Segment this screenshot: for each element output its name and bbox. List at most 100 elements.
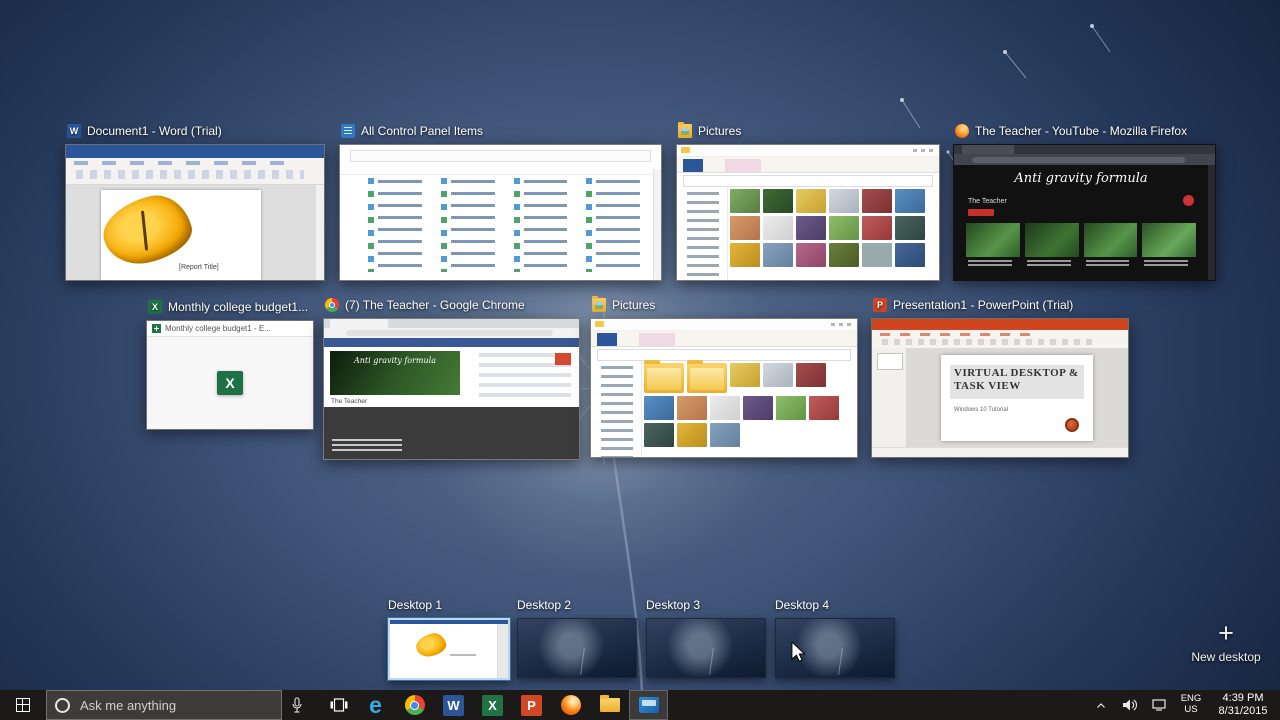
chrome-icon [325, 298, 339, 312]
microphone-icon [291, 697, 303, 714]
mini-excel-titlebar: Monthly college budget1 - E... [147, 321, 313, 337]
mini-ppt-titlebar [872, 319, 1128, 330]
active-app-icon [639, 697, 659, 713]
window-thumbnail-powerpoint[interactable]: VIRTUAL DESKTOP & TASK VIEW Windows 10 T… [871, 318, 1129, 458]
window-title: The Teacher - YouTube - Mozilla Firefox [975, 124, 1187, 138]
clock[interactable]: 4:39 PM 8/31/2015 [1212, 692, 1274, 718]
mini-nav-pane [677, 187, 728, 280]
desktop-1-label[interactable]: Desktop 1 [388, 598, 506, 612]
butterfly-image [414, 631, 448, 660]
video-title-text: Anti gravity formula [954, 171, 1208, 186]
search-input[interactable] [78, 697, 252, 714]
channel-name: The Teacher [968, 198, 1007, 205]
taskbar-app-word[interactable]: W [434, 690, 473, 720]
network-icon [1152, 699, 1166, 711]
window-title-bar[interactable]: Pictures [678, 123, 741, 139]
search-box[interactable] [46, 690, 282, 720]
excel-icon: X [148, 300, 162, 314]
desktop-2-preview [518, 619, 636, 677]
task-view-button[interactable] [322, 690, 356, 720]
window-thumbnail-pictures[interactable] [590, 318, 858, 458]
desktop-3-thumbnail[interactable] [646, 618, 766, 678]
desktop-4-thumbnail[interactable] [775, 618, 895, 678]
browser-tab [962, 145, 1014, 154]
control-panel-icon [341, 124, 355, 138]
channel-avatar [1183, 195, 1194, 206]
window-title-bar[interactable]: W Document1 - Word (Trial) [67, 123, 222, 139]
video-thumbnails-row [966, 223, 1196, 257]
taskbar-app-firefox[interactable] [551, 690, 590, 720]
powerpoint-icon: P [521, 695, 542, 716]
volume-icon [1123, 699, 1138, 711]
time-text: 4:39 PM [1212, 692, 1274, 705]
word-icon: W [443, 695, 464, 716]
network-button[interactable] [1148, 690, 1170, 720]
taskbar: e W X P ENG US 4:39 PM [0, 690, 1280, 720]
taskview-window-chrome: (7) The Teacher - Google Chrome Anti gra… [323, 318, 580, 460]
taskbar-app-powerpoint[interactable]: P [512, 690, 551, 720]
taskview-window-firefox: The Teacher - YouTube - Mozilla Firefox … [953, 144, 1216, 281]
window-title-bar[interactable]: P Presentation1 - PowerPoint (Trial) [873, 297, 1073, 313]
mini-word-page: [Report Title] [101, 190, 261, 280]
window-title: All Control Panel Items [361, 124, 483, 138]
desktop-3-label[interactable]: Desktop 3 [646, 598, 764, 612]
task-view-icon [330, 698, 348, 712]
window-title-bar[interactable]: (7) The Teacher - Google Chrome [325, 297, 525, 313]
mini-slide-canvas: VIRTUAL DESKTOP & TASK VIEW Windows 10 T… [906, 348, 1128, 448]
language-indicator[interactable]: ENG US [1177, 694, 1205, 716]
cortana-icon [55, 698, 70, 713]
window-title-bar[interactable]: The Teacher - YouTube - Mozilla Firefox [955, 123, 1187, 139]
taskbar-app-edge[interactable]: e [356, 690, 395, 720]
plus-icon[interactable]: + [1186, 620, 1266, 646]
window-thumbnail-word[interactable]: [Report Title] [65, 144, 325, 281]
excel-icon: X [482, 695, 503, 716]
folder-icon [644, 363, 684, 393]
desktop-4-label[interactable]: Desktop 4 [775, 598, 893, 612]
channel-name: The Teacher [331, 398, 367, 405]
taskbar-app-file-explorer[interactable] [590, 690, 629, 720]
mini-address-bar [683, 175, 933, 187]
firefox-icon [955, 124, 969, 138]
window-title-bar[interactable]: All Control Panel Items [341, 123, 483, 139]
video-title-text: Anti gravity formula [354, 356, 436, 395]
window-title-bar[interactable]: X Monthly college budget1... [148, 299, 308, 315]
excel-window-title: Monthly college budget1 - E... [165, 324, 271, 333]
new-desktop-label[interactable]: New desktop [1186, 650, 1266, 664]
window-controls [831, 323, 853, 326]
current-slide: VIRTUAL DESKTOP & TASK VIEW Windows 10 T… [941, 355, 1093, 441]
report-title-text: [Report Title] [179, 264, 219, 271]
mini-excel-body: X [147, 337, 313, 429]
window-title: Document1 - Word (Trial) [87, 124, 222, 138]
mini-explorer-ribbon [591, 331, 857, 347]
window-title: Pictures [612, 298, 655, 312]
window-title-bar[interactable]: Pictures [592, 297, 655, 313]
window-thumbnail-firefox[interactable]: Anti gravity formula The Teacher [953, 144, 1216, 281]
window-thumbnail-excel[interactable]: Monthly college budget1 - E... X [146, 320, 314, 430]
new-desktop-button[interactable]: + New desktop [1186, 620, 1266, 664]
taskbar-app-active-window[interactable] [629, 690, 668, 720]
mini-word-titlebar [66, 145, 324, 158]
taskbar-app-chrome[interactable] [395, 690, 434, 720]
window-title: Pictures [698, 124, 741, 138]
window-thumbnail-chrome[interactable]: Anti gravity formula The Teacher [323, 318, 580, 460]
region-code: US [1177, 705, 1205, 716]
desktop-1: Desktop 1 [388, 598, 506, 680]
microphone-button[interactable] [282, 690, 312, 720]
mini-folder-grid [642, 361, 848, 454]
desktop-2-thumbnail[interactable] [517, 618, 637, 678]
desktop-2-label[interactable]: Desktop 2 [517, 598, 635, 612]
desktop-1-thumbnail[interactable] [388, 618, 510, 680]
mini-slide-panel [872, 348, 907, 448]
slide-thumbnail [877, 353, 903, 370]
show-hidden-icons-button[interactable] [1090, 690, 1112, 720]
taskbar-app-excel[interactable]: X [473, 690, 512, 720]
volume-button[interactable] [1119, 690, 1141, 720]
mini-cp-toolbar [340, 150, 661, 175]
mini-word-ribbon [66, 158, 324, 185]
start-button[interactable] [0, 690, 46, 720]
window-thumbnail-control-panel[interactable] [339, 144, 662, 281]
mini-nav-pane [591, 361, 642, 457]
slide-title-band: VIRTUAL DESKTOP & TASK VIEW [950, 365, 1084, 399]
desktop-4-preview [776, 619, 894, 677]
window-thumbnail-pictures[interactable] [676, 144, 940, 281]
